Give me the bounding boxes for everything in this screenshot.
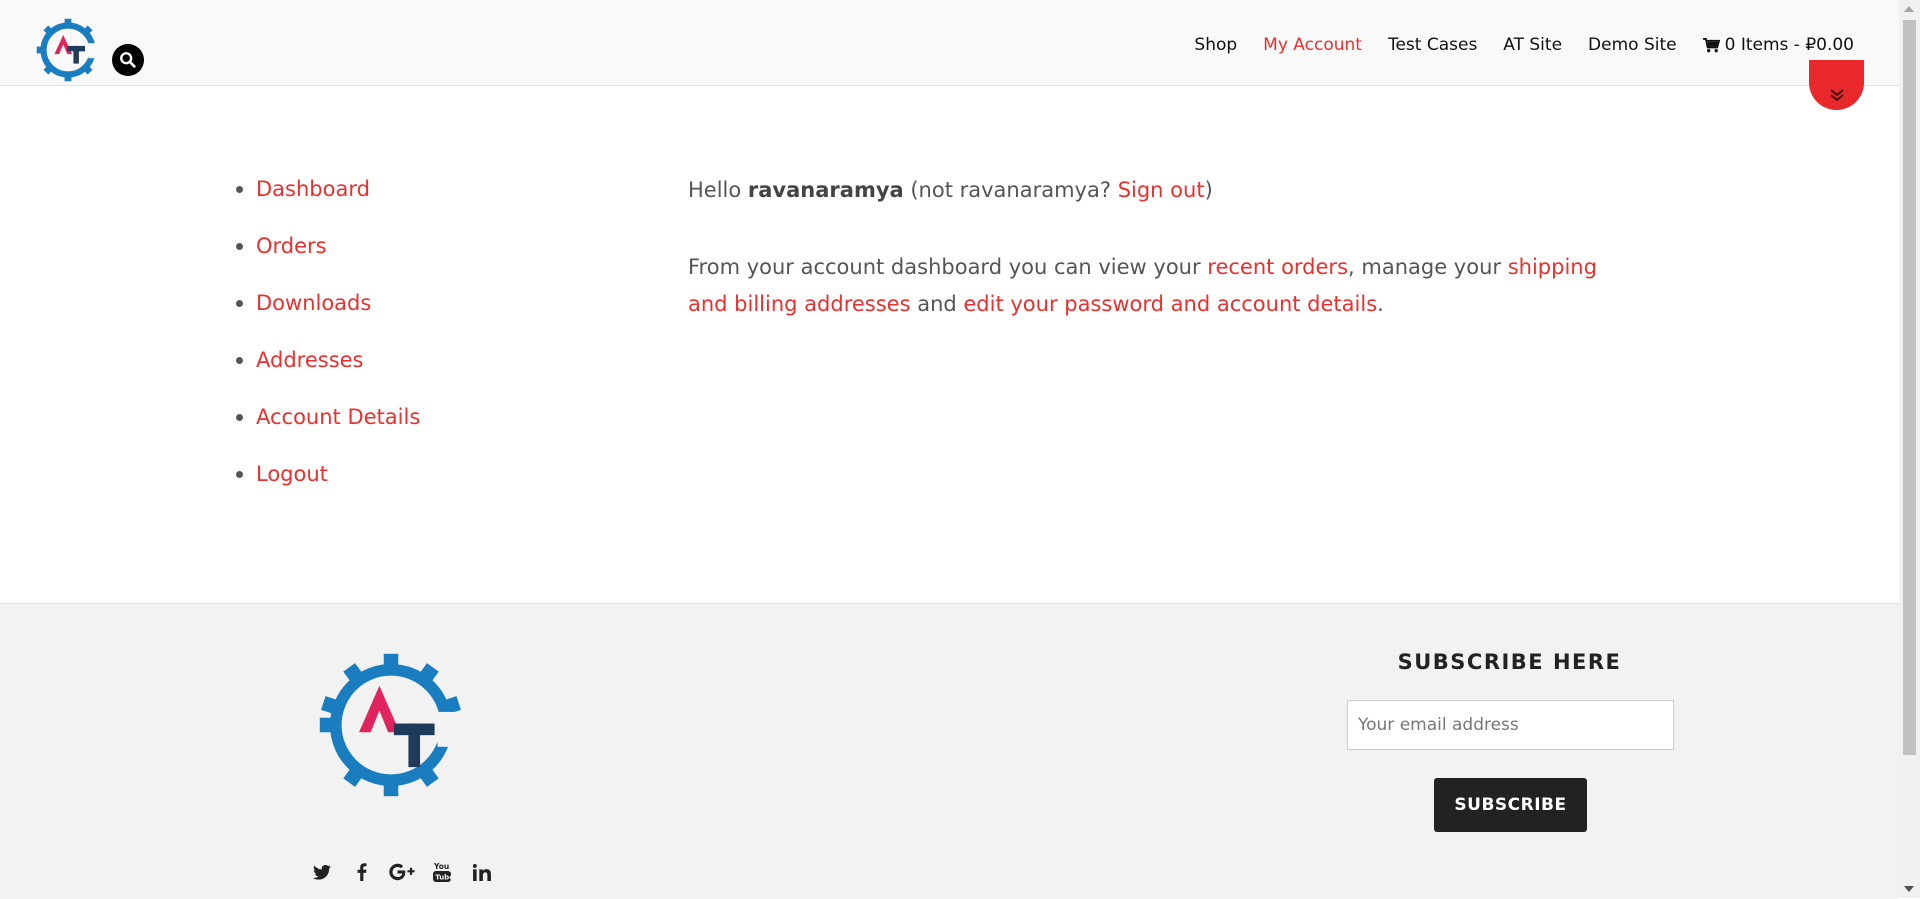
account-nav-logout[interactable]: Logout xyxy=(256,455,328,493)
scrollbar-thumb[interactable] xyxy=(1903,20,1916,755)
sign-out-link[interactable]: Sign out xyxy=(1118,178,1205,202)
nav-test-cases[interactable]: Test Cases xyxy=(1388,33,1477,57)
youtube-link[interactable]: You Tube xyxy=(422,860,462,884)
google-plus-link[interactable] xyxy=(382,860,422,884)
account-nav-account-details[interactable]: Account Details xyxy=(256,398,420,436)
footer-logo xyxy=(319,653,464,797)
subscribe-heading: SUBSCRIBE HERE xyxy=(1397,650,1622,674)
svg-text:Tube: Tube xyxy=(435,874,451,882)
account-nav-dashboard[interactable]: Dashboard xyxy=(256,170,370,208)
not-user-close: ) xyxy=(1204,178,1213,202)
nav-my-account[interactable]: My Account xyxy=(1263,33,1362,57)
nav-cart[interactable]: 0 Items - ₽0.00 xyxy=(1702,33,1854,57)
nav-demo-site[interactable]: Demo Site xyxy=(1588,33,1677,57)
svg-text:You: You xyxy=(433,862,449,871)
site-footer: You Tube SUBSCRIBE HERE SUBSCRIBE xyxy=(0,603,1899,899)
scroll-down-arrow[interactable] xyxy=(1904,886,1914,892)
main-nav: Shop My Account Test Cases AT Site Demo … xyxy=(1168,33,1854,57)
intro-text: From your account dashboard you can view… xyxy=(688,255,1208,279)
manage-text: , manage your xyxy=(1348,255,1508,279)
linkedin-icon xyxy=(473,863,491,881)
dashboard-content: Hello ravanaramya (not ravanaramya? Sign… xyxy=(688,172,1618,363)
google-plus-icon xyxy=(389,863,415,881)
scroll-down-button[interactable] xyxy=(1809,60,1864,110)
greeting: Hello ravanaramya (not ravanaramya? Sign… xyxy=(688,172,1618,209)
edit-account-link[interactable]: edit your password and account details xyxy=(963,292,1377,316)
facebook-icon xyxy=(357,863,367,881)
facebook-link[interactable] xyxy=(342,860,382,884)
greeting-hello: Hello xyxy=(688,178,748,202)
site-header: Shop My Account Test Cases AT Site Demo … xyxy=(0,0,1899,86)
period-text: . xyxy=(1377,292,1384,316)
account-nav-addresses[interactable]: Addresses xyxy=(256,341,364,379)
chevrons-down-icon xyxy=(1829,89,1844,102)
account-nav-downloads[interactable]: Downloads xyxy=(256,284,371,322)
twitter-link[interactable] xyxy=(302,860,342,884)
social-links: You Tube xyxy=(302,860,502,884)
subscribe-button[interactable]: SUBSCRIBE xyxy=(1434,778,1587,832)
linkedin-link[interactable] xyxy=(462,860,502,884)
search-button[interactable] xyxy=(112,44,144,76)
account-nav-orders[interactable]: Orders xyxy=(256,227,327,265)
username: ravanaramya xyxy=(747,178,904,202)
subscribe-email-input[interactable] xyxy=(1347,700,1674,750)
nav-shop[interactable]: Shop xyxy=(1194,33,1237,57)
site-logo[interactable] xyxy=(34,16,102,84)
page-scrollbar[interactable] xyxy=(1899,0,1920,898)
cart-icon xyxy=(1702,37,1720,52)
not-user-text: (not ravanaramya? xyxy=(903,178,1118,202)
and-text: and xyxy=(910,292,964,316)
dashboard-intro: From your account dashboard you can view… xyxy=(688,249,1618,323)
recent-orders-link[interactable]: recent orders xyxy=(1207,255,1348,279)
nav-at-site[interactable]: AT Site xyxy=(1503,33,1562,57)
twitter-icon xyxy=(313,864,331,880)
search-icon xyxy=(120,52,136,68)
scroll-up-arrow[interactable] xyxy=(1904,6,1914,12)
cart-summary: 0 Items - ₽0.00 xyxy=(1724,35,1854,55)
youtube-icon: You Tube xyxy=(433,862,451,882)
